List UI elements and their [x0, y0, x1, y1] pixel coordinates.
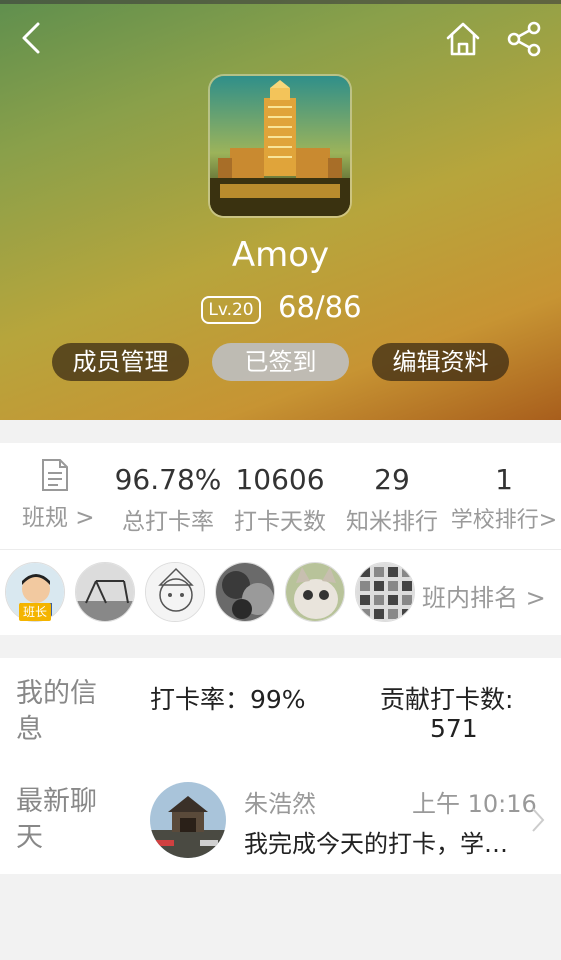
my-info-label: 我的信息 [16, 678, 97, 745]
chat-time: 上午 10:16 [412, 790, 537, 818]
my-info-section[interactable]: 我的信息 打卡率：99% 贡献打卡数: 571 [0, 658, 561, 767]
contribution-label: 贡献打卡数: [380, 685, 514, 714]
profile-avatar[interactable] [210, 76, 350, 216]
rules-label: 班规 > [22, 505, 95, 531]
checkin-rate: 打卡率：99% [150, 685, 306, 714]
home-icon[interactable] [444, 20, 482, 58]
profile-header: Amoy Lv.20 68/86 成员管理 已签到 编辑资料 [0, 0, 561, 420]
stat-zhimi-rank[interactable]: 29 知米排行 [336, 463, 448, 536]
building-photo [210, 76, 350, 216]
latest-chat-label: 最新聊天 [16, 786, 97, 853]
class-rank-link[interactable]: 班内排名 > [422, 578, 546, 613]
contribution-value: 571 [430, 714, 478, 743]
chat-sender-name: 朱浩然 [244, 790, 316, 818]
stats-bar: 班规 > 96.78% 总打卡率 10606 打卡天数 29 知米排行 1 学校… [0, 443, 561, 549]
stat-value: 96.78% [114, 463, 222, 496]
chat-sender-avatar [150, 782, 226, 858]
chevron-right-icon [532, 808, 545, 832]
stat-school-rank[interactable]: 1 学校排行> [448, 463, 560, 534]
share-icon[interactable] [505, 20, 543, 58]
member-avatar[interactable] [75, 562, 135, 622]
stat-value: 29 [374, 463, 410, 496]
stat-value: 10606 [235, 463, 325, 496]
edit-profile-button[interactable]: 编辑资料 [372, 343, 509, 381]
monitor-badge: 班长 [19, 603, 51, 621]
document-icon [42, 459, 68, 491]
chat-message-preview: 我完成今天的打卡，学习了新的单词 [244, 830, 524, 858]
level-progress: 68/86 [278, 290, 362, 324]
member-avatar[interactable] [285, 562, 345, 622]
level-badge: Lv.20 [201, 296, 261, 324]
stat-label: 知米排行 [346, 509, 438, 535]
stat-value: 1 [495, 463, 513, 496]
member-avatars-row[interactable]: 班内排名 > [0, 549, 561, 635]
stat-label: 总打卡率 [122, 509, 214, 535]
member-manage-button[interactable]: 成员管理 [52, 343, 189, 381]
member-avatar[interactable] [145, 562, 205, 622]
stat-label: 打卡天数 [234, 509, 326, 535]
latest-chat-section[interactable]: 最新聊天 朱浩然 上午 10:16 我完成今天的打卡，学习了新的单词 [0, 766, 561, 874]
member-avatar[interactable] [355, 562, 415, 622]
status-strip [0, 0, 561, 4]
stat-total-checkin-rate[interactable]: 96.78% 总打卡率 [112, 463, 224, 536]
checked-in-button[interactable]: 已签到 [212, 343, 349, 381]
stat-checkin-days[interactable]: 10606 打卡天数 [224, 463, 336, 536]
username: Amoy [231, 235, 330, 275]
back-arrow-icon[interactable] [14, 20, 50, 56]
stat-label: 学校排行> [450, 508, 558, 533]
member-avatar[interactable] [215, 562, 275, 622]
